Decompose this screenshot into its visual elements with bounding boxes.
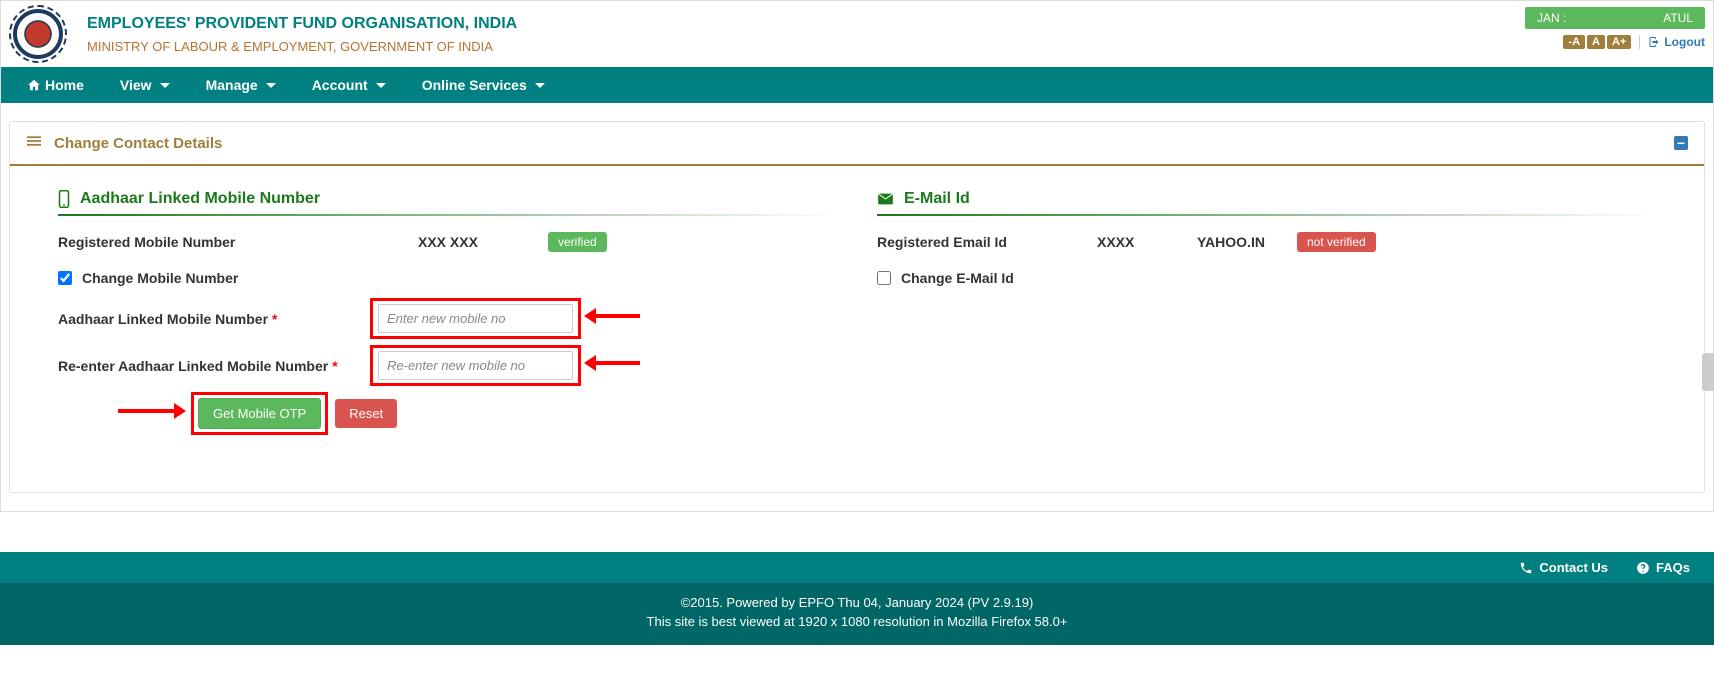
nav-view[interactable]: View — [102, 67, 188, 103]
email-section-title: E-Mail Id — [877, 190, 1656, 208]
contact-us-label: Contact Us — [1539, 560, 1608, 575]
section-underline — [58, 214, 837, 216]
change-mobile-checkbox[interactable] — [58, 271, 72, 285]
change-email-checkbox[interactable] — [877, 271, 891, 285]
user-right: ATUL — [1663, 11, 1693, 25]
registered-email-value: XXXX — [1097, 234, 1197, 250]
footer-bottom: ©2015. Powered by EPFO Thu 04, January 2… — [0, 583, 1714, 645]
registered-mobile-value: XXX XXX — [418, 234, 548, 250]
hamburger-icon — [26, 134, 42, 152]
envelope-icon — [877, 193, 894, 205]
navbar: Home View Manage Account Online Services — [1, 67, 1713, 103]
font-size-buttons: -A A A+ — [1563, 35, 1631, 49]
new-mobile-input[interactable] — [378, 304, 573, 333]
mobile-section-title: Aadhaar Linked Mobile Number — [58, 190, 837, 208]
change-email-checkbox-label: Change E-Mail Id — [901, 270, 1014, 286]
faqs-label: FAQs — [1656, 560, 1690, 575]
change-email-checkbox-row: Change E-Mail Id — [877, 270, 1656, 286]
otp-button-wrap: Get Mobile OTP — [198, 398, 321, 429]
button-row: Get Mobile OTP Reset — [58, 398, 837, 429]
required-asterisk: * — [332, 358, 337, 374]
question-icon — [1636, 561, 1650, 575]
header-titles: EMPLOYEES' PROVIDENT FUND ORGANISATION, … — [87, 15, 517, 54]
reenter-mobile-input-wrap — [378, 351, 573, 380]
arrow-annotation-icon — [596, 314, 640, 318]
email-column: E-Mail Id Registered Email Id XXXX YAHOO… — [877, 190, 1656, 429]
nav-view-label: View — [120, 77, 152, 93]
faqs-link[interactable]: FAQs — [1636, 560, 1690, 575]
user-info-bar: JAN : ATUL — [1525, 7, 1705, 29]
font-decrease-button[interactable]: -A — [1563, 35, 1585, 49]
registered-email-row: Registered Email Id XXXX YAHOO.IN not ve… — [877, 232, 1656, 252]
font-increase-button[interactable]: A+ — [1607, 35, 1631, 49]
scroll-hint — [1702, 353, 1714, 391]
email-section-label: E-Mail Id — [904, 190, 970, 208]
nav-home[interactable]: Home — [9, 67, 102, 103]
panel-heading-left: Change Contact Details — [26, 134, 222, 152]
collapse-button[interactable]: − — [1674, 136, 1688, 150]
chevron-down-icon — [266, 83, 276, 88]
header-bar: EMPLOYEES' PROVIDENT FUND ORGANISATION, … — [1, 1, 1713, 67]
not-verified-badge: not verified — [1297, 232, 1376, 252]
phone-icon — [1519, 561, 1533, 575]
panel-title: Change Contact Details — [54, 135, 222, 152]
change-contact-panel: Change Contact Details − Aadhaar Linked … — [9, 121, 1705, 493]
reenter-mobile-row: Re-enter Aadhaar Linked Mobile Number* — [58, 351, 837, 380]
org-title: EMPLOYEES' PROVIDENT FUND ORGANISATION, … — [87, 15, 517, 33]
mobile-column: Aadhaar Linked Mobile Number Registered … — [58, 190, 837, 429]
footer-top: Contact Us FAQs — [0, 552, 1714, 583]
epfo-logo — [13, 9, 63, 59]
logout-label: Logout — [1664, 35, 1705, 49]
chevron-down-icon — [535, 83, 545, 88]
reenter-mobile-input[interactable] — [378, 351, 573, 380]
registered-email-label: Registered Email Id — [877, 234, 1097, 250]
nav-account-label: Account — [312, 77, 368, 93]
chevron-down-icon — [376, 83, 386, 88]
registered-mobile-label: Registered Mobile Number — [58, 234, 358, 250]
font-normal-button[interactable]: A — [1587, 35, 1605, 49]
registered-mobile-row: Registered Mobile Number XXX XXX verifie… — [58, 232, 837, 252]
section-underline — [877, 214, 1656, 216]
nav-home-label: Home — [45, 77, 84, 93]
nav-account[interactable]: Account — [294, 67, 404, 103]
accessibility-row: -A A A+ Logout — [1563, 35, 1705, 49]
reenter-mobile-label: Re-enter Aadhaar Linked Mobile Number* — [58, 358, 358, 374]
change-mobile-checkbox-row: Change Mobile Number — [58, 270, 837, 286]
arrow-annotation-icon — [596, 361, 640, 365]
user-left: JAN : — [1537, 11, 1566, 25]
chevron-down-icon — [160, 83, 170, 88]
nav-manage[interactable]: Manage — [188, 67, 294, 103]
required-asterisk: * — [272, 311, 277, 327]
reenter-mobile-label-text: Re-enter Aadhaar Linked Mobile Number — [58, 358, 328, 374]
new-mobile-input-wrap — [378, 304, 573, 333]
new-mobile-label: Aadhaar Linked Mobile Number* — [58, 311, 358, 327]
reset-button[interactable]: Reset — [335, 399, 397, 428]
footer-copyright: ©2015. Powered by EPFO Thu 04, January 2… — [0, 593, 1714, 612]
contact-us-link[interactable]: Contact Us — [1519, 560, 1608, 575]
top-right-area: JAN : ATUL -A A A+ Logout — [1525, 7, 1705, 49]
verified-badge: verified — [548, 232, 607, 252]
mobile-icon — [58, 190, 70, 208]
footer-viewed: This site is best viewed at 1920 x 1080 … — [0, 612, 1714, 631]
new-mobile-row: Aadhaar Linked Mobile Number* — [58, 304, 837, 333]
get-mobile-otp-button[interactable]: Get Mobile OTP — [198, 398, 321, 429]
new-mobile-label-text: Aadhaar Linked Mobile Number — [58, 311, 268, 327]
arrow-annotation-icon — [118, 409, 174, 413]
registered-email-domain: YAHOO.IN — [1197, 234, 1297, 250]
logout-icon — [1648, 36, 1660, 48]
nav-online-services[interactable]: Online Services — [404, 67, 563, 103]
nav-online-label: Online Services — [422, 77, 527, 93]
mobile-section-label: Aadhaar Linked Mobile Number — [80, 190, 320, 208]
change-mobile-checkbox-label: Change Mobile Number — [82, 270, 238, 286]
minus-icon: − — [1677, 136, 1685, 150]
ministry-title: MINISTRY OF LABOUR & EMPLOYMENT, GOVERNM… — [87, 39, 517, 54]
nav-manage-label: Manage — [206, 77, 258, 93]
logout-link[interactable]: Logout — [1639, 35, 1705, 49]
panel-heading: Change Contact Details − — [10, 122, 1704, 166]
panel-body: Aadhaar Linked Mobile Number Registered … — [10, 166, 1704, 492]
home-icon — [27, 78, 41, 92]
